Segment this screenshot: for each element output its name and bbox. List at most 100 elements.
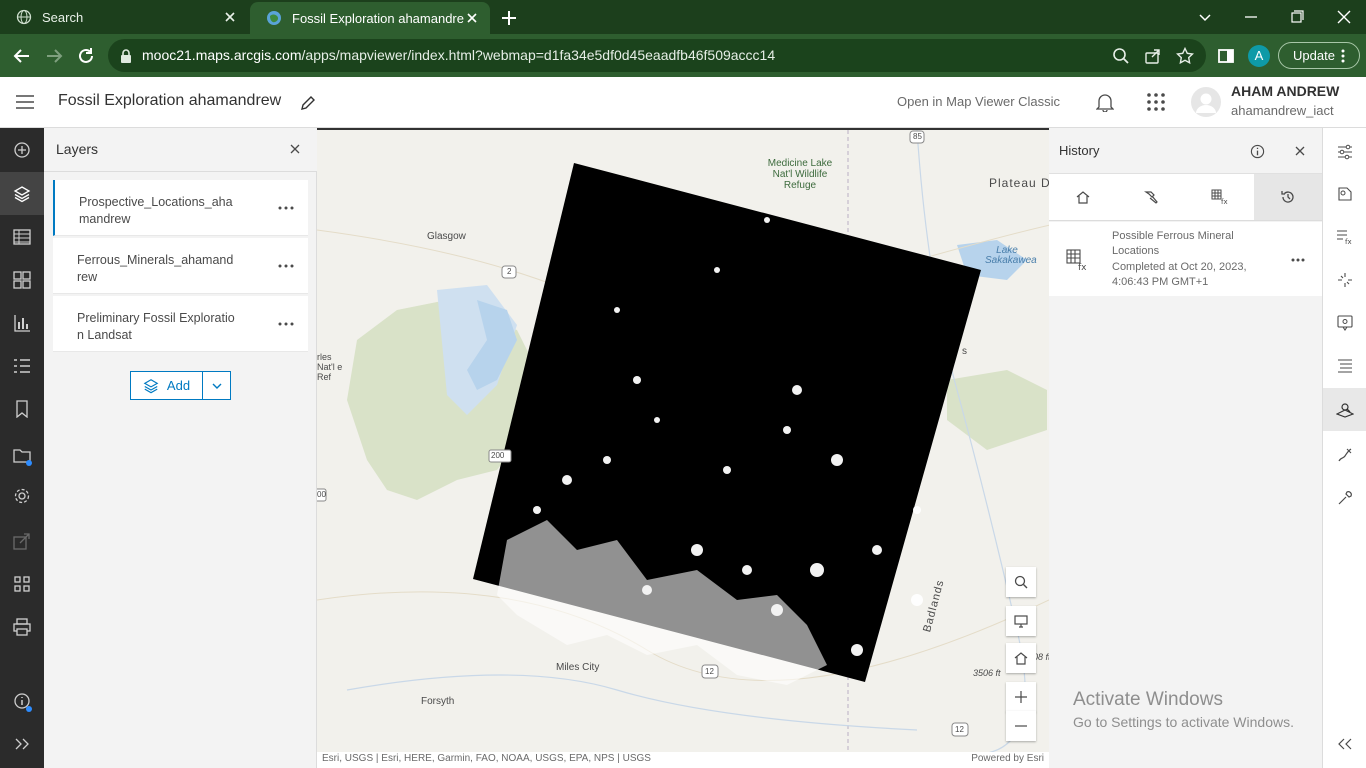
map-shield-12-a: 12 [705, 667, 714, 676]
minimize-icon[interactable] [1240, 6, 1262, 28]
info-icon[interactable] [1250, 144, 1265, 159]
zoom-icon[interactable] [1112, 47, 1130, 65]
charts-tool[interactable] [0, 301, 44, 344]
properties-tool[interactable] [1323, 130, 1366, 173]
close-panel-icon[interactable] [1294, 145, 1306, 157]
settings-icon [13, 487, 31, 505]
address-bar[interactable]: mooc21.maps.arcgis.com/apps/mapviewer/in… [108, 39, 1206, 72]
fields-tool[interactable] [1323, 344, 1366, 387]
hamburger-menu-icon[interactable] [16, 94, 34, 110]
forward-icon[interactable] [43, 45, 65, 67]
map-search-button[interactable] [1006, 567, 1036, 597]
map-view[interactable]: Medicine Lake Nat'l Wildlife Refuge Plat… [317, 128, 1049, 752]
pop-ups-tool[interactable] [1323, 301, 1366, 344]
share-page-icon[interactable] [1144, 47, 1162, 65]
basemap-tool[interactable] [0, 258, 44, 301]
app-launcher-icon[interactable] [1146, 92, 1166, 112]
open-classic-link[interactable]: Open in Map Viewer Classic [897, 94, 1060, 109]
bookmarks-tool[interactable] [0, 387, 44, 430]
attribution-text: Esri, USGS | Esri, HERE, Garmin, FAO, NO… [322, 753, 651, 764]
map-home-button[interactable] [1006, 643, 1036, 673]
layers-icon [13, 185, 31, 203]
left-toolbar [0, 128, 44, 768]
profile-avatar[interactable]: A [1248, 45, 1270, 67]
close-panel-icon[interactable] [289, 143, 301, 155]
url-path: /apps/mapviewer/index.html?webmap=d1fa34… [301, 47, 776, 63]
add-dropdown-button[interactable] [203, 372, 230, 399]
browser-tab-search[interactable]: Search [0, 0, 248, 34]
configure-tool[interactable] [1323, 476, 1366, 519]
reload-icon[interactable] [75, 45, 97, 67]
bookmark-star-icon[interactable] [1176, 47, 1194, 65]
lock-icon[interactable] [120, 49, 132, 63]
map-zoom-out-button[interactable] [1006, 711, 1036, 741]
map-screen-button[interactable] [1006, 606, 1036, 636]
svg-text:fx: fx [1345, 238, 1352, 245]
powered-by-esri-link[interactable]: Powered by Esri [971, 753, 1044, 764]
expand-toolbar[interactable] [0, 722, 44, 765]
tab-history[interactable] [1253, 174, 1322, 220]
layer-options-icon[interactable] [278, 322, 294, 326]
map-title: Fossil Exploration ahamandrew [58, 92, 282, 109]
add-button-main[interactable]: Add [131, 372, 203, 399]
raster-function-icon: fx [1211, 189, 1229, 205]
home-icon [1014, 651, 1028, 665]
history-tabs: fx [1049, 174, 1322, 221]
edit-title-icon[interactable] [300, 95, 316, 111]
user-avatar[interactable] [1191, 87, 1221, 117]
map-properties-tool[interactable] [0, 433, 44, 476]
restore-icon[interactable] [1286, 6, 1308, 28]
right-toolbar: fx [1322, 128, 1366, 768]
info-tool[interactable] [0, 679, 44, 722]
layers-panel-header: Layers [44, 128, 317, 172]
tab-raster-functions[interactable]: fx [1185, 174, 1254, 220]
map-shield-200: 200 [491, 451, 505, 460]
map-shield-00: 00 [317, 490, 326, 499]
back-icon[interactable] [11, 45, 33, 67]
legend-tool[interactable] [0, 344, 44, 387]
close-window-icon[interactable] [1333, 6, 1355, 28]
browser-tab-fossil-exploration[interactable]: Fossil Exploration ahamandrew [250, 2, 490, 34]
history-item-options-icon[interactable] [1291, 258, 1305, 262]
add-layer-button[interactable]: Add [130, 371, 231, 400]
new-tab-icon[interactable] [498, 7, 520, 29]
update-button[interactable]: Update [1278, 42, 1360, 69]
zoom-in-icon [1014, 690, 1028, 704]
tab-tools[interactable] [1117, 174, 1186, 220]
close-tab-icon[interactable] [222, 9, 238, 25]
history-panel-title: History [1059, 143, 1100, 158]
raster-functions-tool[interactable]: fx [1323, 215, 1366, 258]
layer-options-icon[interactable] [278, 264, 294, 268]
app-header: Fossil Exploration ahamandrew Open in Ma… [0, 77, 1366, 128]
layers-tool[interactable] [0, 172, 44, 215]
layer-item-prospective-locations[interactable]: Prospective_Locations_ahamandrew [53, 180, 308, 236]
apps-tool[interactable] [0, 562, 44, 605]
hammer-icon [1143, 189, 1159, 205]
print-tool[interactable] [0, 605, 44, 648]
tables-tool[interactable] [0, 215, 44, 258]
sketch-tool[interactable] [1323, 433, 1366, 476]
layer-options-icon[interactable] [278, 206, 294, 210]
notifications-bell-icon[interactable] [1096, 92, 1114, 112]
print-icon [13, 617, 31, 636]
share-tool[interactable] [0, 519, 44, 562]
tab-search-icon[interactable] [1194, 6, 1216, 28]
history-item[interactable]: fx Possible Ferrous Mineral Locations Co… [1049, 222, 1322, 296]
add-layer-tool[interactable] [0, 128, 44, 171]
settings-tool[interactable] [0, 474, 44, 517]
layer-item-preliminary-landsat[interactable]: Preliminary Fossil Exploration Landsat [53, 296, 308, 352]
collapse-toolbar[interactable] [1323, 722, 1366, 765]
styles-tool[interactable] [1323, 172, 1366, 215]
analysis-tool[interactable] [1323, 388, 1366, 431]
tab-home[interactable] [1049, 174, 1118, 220]
close-tab-icon[interactable] [464, 10, 480, 26]
map-zoom-in-button[interactable] [1006, 682, 1036, 712]
user-name[interactable]: AHAM ANDREW [1231, 83, 1339, 99]
effects-tool[interactable] [1323, 258, 1366, 301]
layer-item-ferrous-minerals[interactable]: Ferrous_Minerals_ahamandrew [53, 238, 308, 294]
collapse-icon [1337, 738, 1352, 750]
side-panel-icon[interactable] [1215, 45, 1237, 67]
styles-icon [1337, 186, 1353, 202]
url-text: mooc21.maps.arcgis.com/apps/mapviewer/in… [142, 47, 775, 63]
analysis-icon [1335, 402, 1354, 418]
